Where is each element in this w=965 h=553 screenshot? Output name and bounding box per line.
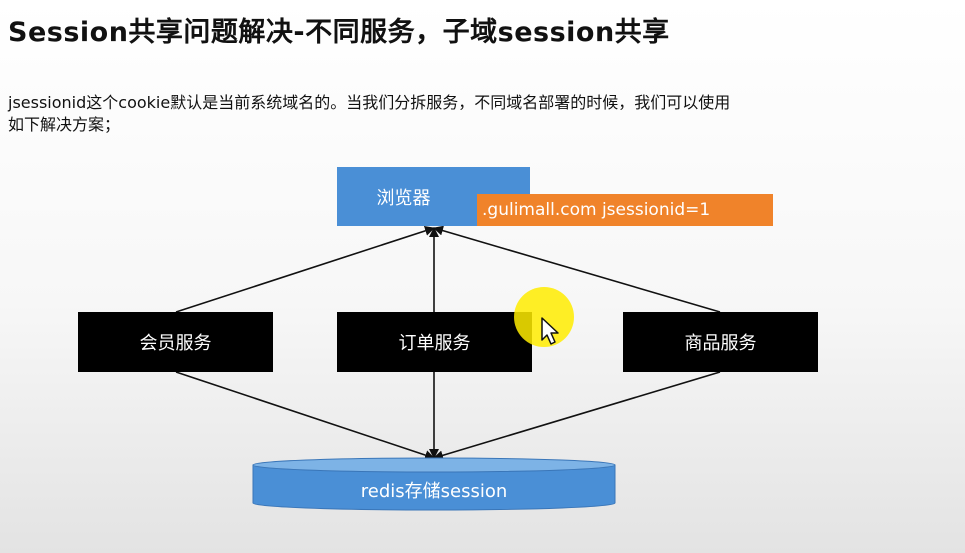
arrow-member-to-browser [175, 226, 435, 313]
mouse-pointer-icon [541, 317, 559, 345]
member-service-box: 会员服务 [78, 312, 273, 372]
redis-store-label: redis存储session [360, 481, 508, 502]
arrow-product-to-redis [433, 371, 721, 461]
arrow-product-to-browser [433, 225, 721, 313]
order-service-label: 订单服务 [398, 333, 471, 354]
product-service-box: 商品服务 [623, 312, 818, 372]
product-service-label: 商品服务 [684, 333, 757, 354]
browser-label: 浏览器 [376, 187, 431, 209]
member-service-label: 会员服务 [139, 333, 212, 354]
order-service-box: 订单服务 [337, 312, 532, 372]
cookie-tag: .gulimall.com jsessionid=1 [477, 194, 773, 226]
arrow-member-to-redis [175, 371, 435, 460]
